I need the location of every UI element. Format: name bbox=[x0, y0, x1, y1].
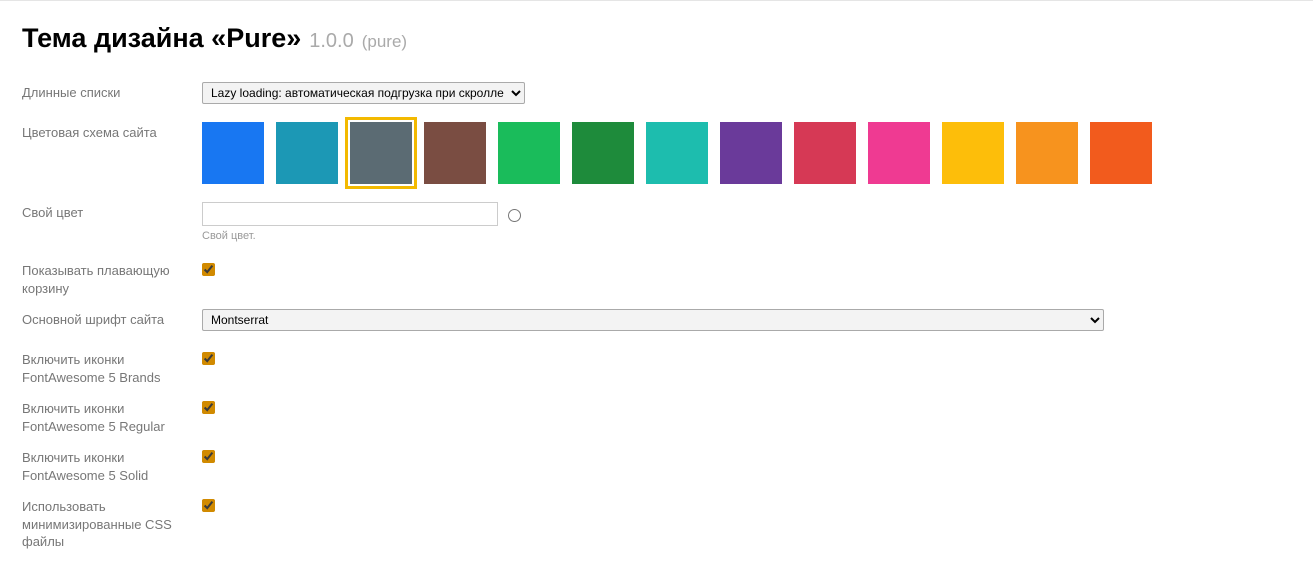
checkbox-floating-cart[interactable] bbox=[202, 263, 215, 276]
checkbox-minified[interactable] bbox=[202, 499, 215, 512]
color-swatch-5[interactable] bbox=[572, 122, 634, 184]
label-color-scheme: Цветовая схема сайта bbox=[22, 122, 202, 142]
row-fa-regular: Включить иконки FontAwesome 5 Regular bbox=[22, 398, 1291, 435]
title-main: Тема дизайна «Pure» bbox=[22, 23, 301, 54]
color-swatch-8[interactable] bbox=[794, 122, 856, 184]
row-minified: Использовать минимизированные CSS файлы bbox=[22, 496, 1291, 551]
color-swatch-12[interactable] bbox=[1090, 122, 1152, 184]
title-slug: (pure) bbox=[362, 32, 407, 52]
page-title: Тема дизайна «Pure» 1.0.0 (pure) bbox=[22, 23, 1291, 54]
checkbox-fa-regular[interactable] bbox=[202, 401, 215, 414]
select-main-font[interactable]: Montserrat bbox=[202, 309, 1104, 331]
label-long-lists: Длинные списки bbox=[22, 82, 202, 102]
row-fa-solid: Включить иконки FontAwesome 5 Solid bbox=[22, 447, 1291, 484]
color-swatch-0[interactable] bbox=[202, 122, 264, 184]
radio-custom-color[interactable] bbox=[508, 209, 521, 222]
swatch-list bbox=[202, 122, 1291, 184]
label-main-font: Основной шрифт сайта bbox=[22, 309, 202, 329]
checkbox-fa-brands[interactable] bbox=[202, 352, 215, 365]
title-version: 1.0.0 bbox=[309, 30, 353, 53]
color-swatch-3[interactable] bbox=[424, 122, 486, 184]
color-swatch-2[interactable] bbox=[350, 122, 412, 184]
input-custom-color[interactable] bbox=[202, 202, 498, 226]
color-swatch-10[interactable] bbox=[942, 122, 1004, 184]
row-main-font: Основной шрифт сайта Montserrat bbox=[22, 309, 1291, 331]
checkbox-fa-solid[interactable] bbox=[202, 450, 215, 463]
row-long-lists: Длинные списки Lazy loading: автоматичес… bbox=[22, 82, 1291, 104]
label-minified: Использовать минимизированные CSS файлы bbox=[22, 496, 202, 551]
select-long-lists[interactable]: Lazy loading: автоматическая подгрузка п… bbox=[202, 82, 525, 104]
label-fa-regular: Включить иконки FontAwesome 5 Regular bbox=[22, 398, 202, 435]
label-fa-solid: Включить иконки FontAwesome 5 Solid bbox=[22, 447, 202, 484]
label-floating-cart: Показывать плавающую корзину bbox=[22, 260, 202, 297]
row-custom-color: Свой цвет Свой цвет. bbox=[22, 202, 1291, 242]
row-fa-brands: Включить иконки FontAwesome 5 Brands bbox=[22, 349, 1291, 386]
label-custom-color: Свой цвет bbox=[22, 202, 202, 222]
color-swatch-1[interactable] bbox=[276, 122, 338, 184]
color-swatch-9[interactable] bbox=[868, 122, 930, 184]
row-color-scheme: Цветовая схема сайта bbox=[22, 122, 1291, 184]
label-fa-brands: Включить иконки FontAwesome 5 Brands bbox=[22, 349, 202, 386]
color-swatch-7[interactable] bbox=[720, 122, 782, 184]
row-floating-cart: Показывать плавающую корзину bbox=[22, 260, 1291, 297]
hint-custom-color: Свой цвет. bbox=[202, 230, 1291, 242]
color-swatch-11[interactable] bbox=[1016, 122, 1078, 184]
color-swatch-4[interactable] bbox=[498, 122, 560, 184]
color-swatch-6[interactable] bbox=[646, 122, 708, 184]
